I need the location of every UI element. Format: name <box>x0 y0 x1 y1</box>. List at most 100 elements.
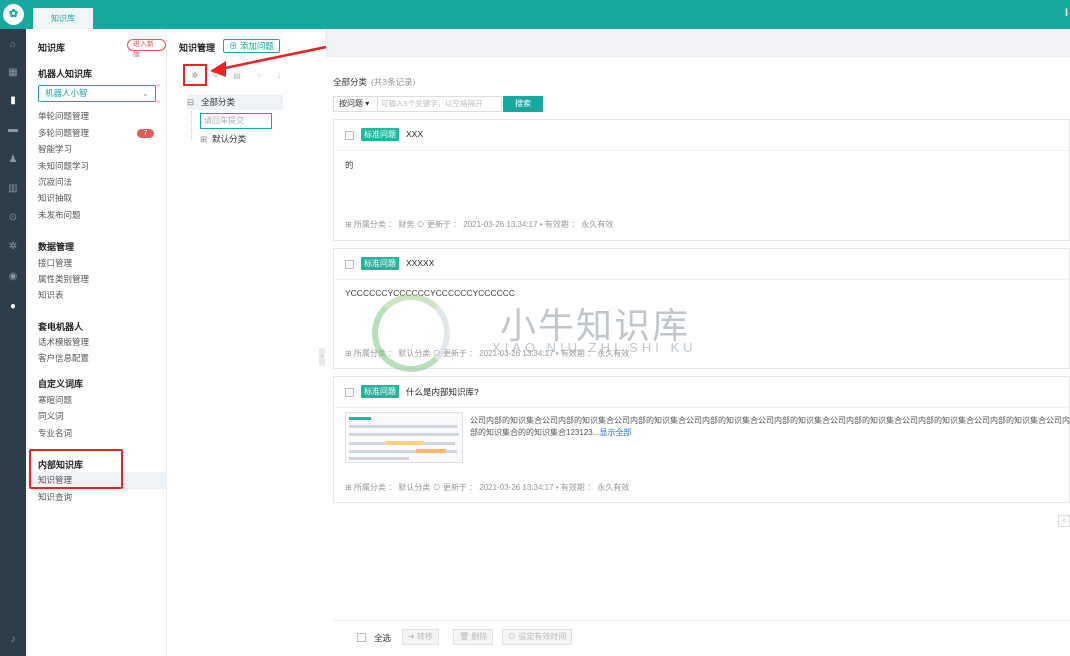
robot-select-value: 机器人小智 <box>45 88 88 98</box>
divider <box>334 150 1069 151</box>
question-card[interactable]: 标准问题 什么是内部知识库? 公司内部的知识集合公司内部的知识集合公司内部的知识… <box>333 376 1070 503</box>
filter-type-select[interactable]: 按问题 ▾ <box>333 96 378 112</box>
arrow-down-icon[interactable]: ↓ <box>273 70 285 82</box>
sidebar-item-greetings[interactable]: 寒暄问题 <box>38 392 72 408</box>
question-title[interactable]: XXXXX <box>406 258 434 268</box>
sidebar-item-attributes[interactable]: 属性类别管理 <box>38 271 89 287</box>
plus-icon: ⊕ <box>229 41 240 51</box>
section-robot: 机器人知识库 <box>38 69 93 79</box>
user-circle-icon[interactable]: ● <box>6 300 20 314</box>
sidebar-item-knowledge-query[interactable]: 知识查询 <box>38 489 72 505</box>
grid-icon[interactable]: ▦ <box>6 66 20 80</box>
question-title[interactable]: 什么是内部知识库? <box>406 386 479 398</box>
chevron-down-icon: ⌄ <box>141 88 149 98</box>
sidebar-item-customer-config[interactable]: 客户信息配置 <box>38 350 89 366</box>
sidebar-title: 知识库 <box>38 43 66 53</box>
answer-text: YCCCCCCYCCCCCCYCCCCCCYCCCCCC <box>345 288 515 298</box>
edit-icon[interactable]: ✎ <box>209 70 221 82</box>
section-phone: 套电机器人 <box>38 322 84 332</box>
answer-rich-text: 公司内部的知识集合公司内部的知识集合公司内部的知识集合公司内部的知识集合公司内部… <box>470 415 1070 439</box>
search-icon[interactable]: ⊙ <box>6 211 20 225</box>
card-meta: ⊞ 所属分类 ： 默认分类 ⊙ 更新于 ： 2021-03-26 13:34:1… <box>345 349 630 358</box>
standard-question-tag: 标准问题 <box>361 385 399 398</box>
home-icon[interactable]: ⌂ <box>6 38 20 52</box>
settings-icon[interactable]: ◉ <box>6 270 20 284</box>
top-bar: ✿ 知识库 I <box>0 0 1070 29</box>
sidebar-item-terms[interactable]: 专业名词 <box>38 425 72 441</box>
collapse-icon[interactable]: ⊟ <box>187 95 194 110</box>
highlight-box-internal <box>29 449 123 489</box>
card-checkbox[interactable] <box>345 131 354 140</box>
delete-button[interactable]: 🗑 删除 <box>453 629 494 645</box>
sidebar-item-interfaces[interactable]: 接口管理 <box>38 255 72 271</box>
thumb-highlight <box>386 441 424 445</box>
answer-text: 的 <box>345 160 354 170</box>
users-icon[interactable]: ♟ <box>6 153 20 167</box>
standard-question-tag: 标准问题 <box>361 257 399 270</box>
robot-select[interactable]: 机器人小智 ⌄ <box>38 85 156 102</box>
sidebar-item-single-turn[interactable]: 单轮问题管理 <box>38 108 89 124</box>
tree-connector <box>191 111 192 139</box>
sidebar-item-knowledge-table[interactable]: 知识表 <box>38 287 64 303</box>
arrow-up-icon[interactable]: ↑ <box>253 70 265 82</box>
pager-prev-button[interactable]: ‹ <box>1058 515 1070 527</box>
select-all-checkbox[interactable] <box>357 633 366 642</box>
sidebar: 知识库 进入新版 机器人知识库 机器人小智 ⌄ 单轮问题管理 多轮问题管理 7 智… <box>26 29 167 656</box>
trash-icon[interactable]: ▤ <box>231 70 243 82</box>
question-card[interactable]: 标准问题 XXX 的 ⊞ 所属分类 ： 财务 ⊙ 更新于 ： 2021-03-2… <box>333 119 1070 241</box>
answer-text: 公司内部的知识集合公司内部的知识集合公司内部的知识集合公司内部的知识集合公司内部… <box>470 416 1070 437</box>
gear-icon[interactable]: ✲ <box>6 240 20 254</box>
show-all-link[interactable]: 显示全部 <box>599 428 631 437</box>
category-panel: 知识管理 ⊕ 添加问题 ✲ ✎ ▤ ↑ ↓ ⊟ 全部分类 请回车提交 ⊞ 默认分类 <box>167 29 319 656</box>
new-category-input[interactable]: 请回车提交 <box>200 113 272 129</box>
sidebar-item-silent-queries[interactable]: 沉寂问法 <box>38 174 72 190</box>
question-card[interactable]: 标准问题 XXXXX YCCCCCCYCCCCCCYCCCCCCYCCCCCC … <box>333 248 1070 369</box>
set-valid-time-button[interactable]: ⊙ 设定有效时间 <box>502 629 573 645</box>
tree-node-default[interactable]: ⊞ 默认分类 <box>200 133 246 145</box>
tree-node-all-label: 全部分类 <box>201 97 236 107</box>
add-question-button[interactable]: ⊕ 添加问题 <box>223 39 280 53</box>
app-logo[interactable]: ✿ <box>3 4 24 25</box>
tree-node-all[interactable]: ⊟ 全部分类 <box>187 95 283 110</box>
document-icon[interactable]: ▮ <box>6 94 20 108</box>
summary-title: 全部分类 <box>333 77 368 87</box>
move-button[interactable]: ➜ 转移 <box>402 629 439 645</box>
sidebar-item-unpublished[interactable]: 未发布问题 <box>38 207 81 223</box>
expand-icon[interactable]: ⊞ <box>200 134 207 144</box>
thumb-tab <box>349 417 371 420</box>
summary-count: (共3条记录) <box>371 77 416 87</box>
icon-rail: ⌂ ▦ ▮ ▬ ♟ ▥ ⊙ ✲ ◉ ● ♪ <box>0 29 26 656</box>
list-summary: 全部分类 (共3条记录) <box>333 76 415 88</box>
thumb-toolbar <box>349 425 457 428</box>
tree-node-default-label: 默认分类 <box>212 134 247 144</box>
card-meta: ⊞ 所属分类 ： 财务 ⊙ 更新于 ： 2021-03-26 13:34:17 … <box>345 220 614 229</box>
standard-question-tag: 标准问题 <box>361 128 399 141</box>
multi-turn-count-badge: 7 <box>137 129 154 138</box>
bell-icon[interactable]: ♪ <box>6 633 20 647</box>
add-question-label: 添加问题 <box>239 41 274 51</box>
section-custom-dict: 自定义词库 <box>38 379 84 389</box>
chart-icon[interactable]: ▥ <box>6 182 20 196</box>
tab-knowledge-base[interactable]: 知识库 <box>33 8 93 29</box>
sidebar-item-unknown-learning[interactable]: 未知问题学习 <box>38 158 89 174</box>
thumb-highlight <box>416 449 446 453</box>
sidebar-item-smart-learning[interactable]: 智能学习 <box>38 141 72 157</box>
highlight-box-gear <box>183 64 207 86</box>
question-title[interactable]: XXX <box>406 129 423 139</box>
bulk-action-bar: 全选 ➜ 转移 🗑 删除 ⊙ 设定有效时间 <box>333 620 1070 652</box>
enter-new-version-button[interactable]: 进入新版 <box>127 39 166 58</box>
divider <box>334 279 1069 280</box>
answer-thumbnail-image[interactable] <box>345 412 463 463</box>
sidebar-item-extraction[interactable]: 知识抽取 <box>38 190 72 206</box>
card-meta: ⊞ 所属分类 ： 默认分类 ⊙ 更新于 ： 2021-03-26 13:34:1… <box>345 483 630 492</box>
card-checkbox[interactable] <box>345 260 354 269</box>
chat-icon[interactable]: ▬ <box>6 123 20 137</box>
search-button[interactable]: 搜索 <box>503 96 543 112</box>
sidebar-item-multi-turn[interactable]: 多轮问题管理 <box>38 125 89 141</box>
card-checkbox[interactable] <box>345 388 354 397</box>
user-initial[interactable]: I <box>1065 7 1068 19</box>
sidebar-item-script-templates[interactable]: 话术模版管理 <box>38 334 89 350</box>
select-all-label[interactable]: 全选 <box>374 632 391 644</box>
keyword-input[interactable]: 可输入5个关键字，以空格隔开 <box>378 96 502 112</box>
sidebar-item-synonyms[interactable]: 同义词 <box>38 408 64 424</box>
